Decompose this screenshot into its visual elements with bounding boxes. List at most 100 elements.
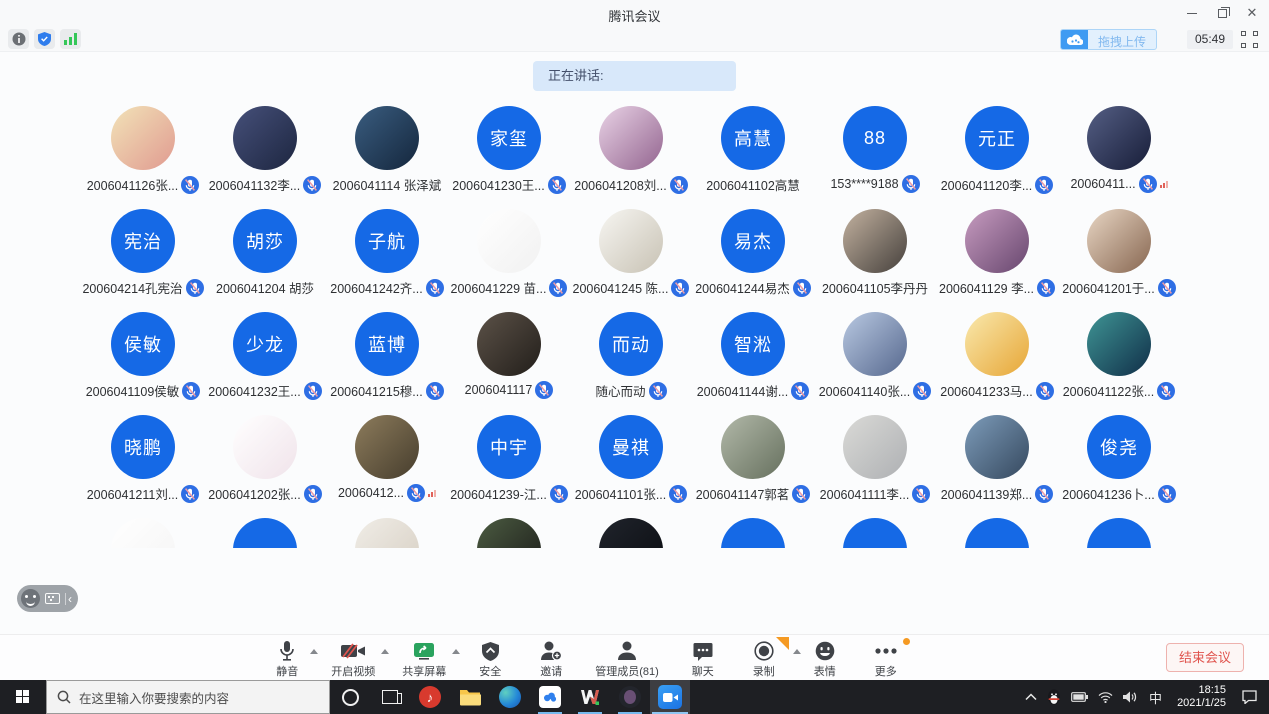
drag-upload-button[interactable]: 拖拽上传	[1060, 29, 1157, 50]
participant-name: 2006041122张...	[1063, 381, 1155, 400]
participant-tile[interactable]: 20060411...	[1058, 106, 1180, 209]
qq-tray-icon[interactable]	[1042, 680, 1066, 714]
participant-tile[interactable]: 元正 2006041120李...	[936, 106, 1058, 209]
participant-tile[interactable]: 俊尧 2006041236卜...	[1058, 415, 1180, 518]
collapse-chevron-icon[interactable]: ‹	[65, 593, 72, 605]
emoji-quick-icon[interactable]	[21, 589, 40, 608]
start-video-button[interactable]: 开启视频	[331, 639, 375, 679]
more-dots-icon	[875, 639, 897, 663]
participant-tile[interactable]: 2006041114 张泽斌	[326, 106, 448, 209]
action-center-icon[interactable]	[1234, 680, 1269, 714]
record-button[interactable]: 录制	[747, 639, 781, 679]
task-view-icon[interactable]	[370, 680, 410, 714]
restore-button[interactable]	[1207, 0, 1237, 26]
participant-tile[interactable]: 2006041117	[448, 312, 570, 415]
search-icon	[57, 690, 71, 704]
participant-tile[interactable]	[82, 518, 204, 548]
emoji-button[interactable]: 表情	[808, 639, 842, 679]
participant-tile[interactable]: 宪治 200604214孔宪治	[82, 209, 204, 312]
participant-tile[interactable]: 2006041147郭茗	[692, 415, 814, 518]
reaction-pill[interactable]: ‹	[17, 585, 78, 612]
participant-tile[interactable]: 2006041129 李...	[936, 209, 1058, 312]
speaking-banner: 正在讲话:	[533, 61, 736, 91]
participant-tile[interactable]: 2006041201于...	[1058, 209, 1180, 312]
chevron-up-icon[interactable]	[310, 649, 318, 654]
participant-avatar	[965, 209, 1029, 273]
participant-tile[interactable]: 晓鹏 2006041211刘...	[82, 415, 204, 518]
participant-name: 2006041139郑...	[941, 484, 1033, 503]
participant-avatar	[1087, 518, 1151, 548]
taskbar-search[interactable]: 在这里输入你要搜索的内容	[46, 680, 330, 714]
participant-tile[interactable]: 2006041202张...	[204, 415, 326, 518]
fullscreen-button[interactable]	[1241, 31, 1258, 48]
participant-tile[interactable]	[936, 518, 1058, 548]
close-button[interactable]: ✕	[1237, 0, 1267, 26]
chevron-up-icon[interactable]	[452, 649, 460, 654]
participant-tile[interactable]: 胡莎 2006041204 胡莎	[204, 209, 326, 312]
wps-icon[interactable]	[570, 680, 610, 714]
security-status-icon[interactable]	[34, 29, 55, 49]
participant-tile[interactable]: 易杰 2006041244易杰	[692, 209, 814, 312]
participant-tile[interactable]: 2006041229 苗...	[448, 209, 570, 312]
participant-tile[interactable]	[448, 518, 570, 548]
participant-tile[interactable]: 子航 2006041242齐...	[326, 209, 448, 312]
participant-tile[interactable]	[692, 518, 814, 548]
participant-tile[interactable]: 20060412...	[326, 415, 448, 518]
speaker-icon[interactable]	[1118, 680, 1142, 714]
participant-tile[interactable]: 少龙 2006041232王...	[204, 312, 326, 415]
participant-tile[interactable]: 2006041126张...	[82, 106, 204, 209]
meeting-info-icon[interactable]	[8, 29, 29, 49]
participant-tile[interactable]: 2006041139郑...	[936, 415, 1058, 518]
participant-tile[interactable]: 2006041132李...	[204, 106, 326, 209]
participant-tile[interactable]: 2006041208刘...	[570, 106, 692, 209]
participant-tile[interactable]	[1058, 518, 1180, 548]
edge-icon[interactable]	[490, 680, 530, 714]
participant-avatar: 而动	[599, 312, 663, 376]
participant-tile[interactable]: 而动 随心而动	[570, 312, 692, 415]
participant-tile[interactable]: 2006041122张...	[1058, 312, 1180, 415]
participant-tile[interactable]: 侯敏 2006041109侯敏	[82, 312, 204, 415]
more-button[interactable]: 更多	[869, 639, 903, 679]
participant-tile[interactable]: 88 153****9188	[814, 106, 936, 209]
keyboard-icon[interactable]	[45, 593, 60, 604]
participant-avatar	[965, 415, 1029, 479]
netease-music-icon[interactable]: ♪	[410, 680, 450, 714]
manage-members-button[interactable]: 管理成员(81)	[595, 639, 659, 679]
chevron-up-icon[interactable]	[381, 649, 389, 654]
battery-icon[interactable]	[1066, 680, 1093, 714]
chat-button[interactable]: 聊天	[686, 639, 720, 679]
tray-chevron-icon[interactable]	[1020, 680, 1042, 714]
end-meeting-button[interactable]: 结束会议	[1166, 643, 1244, 672]
participant-tile[interactable]: 2006041140张...	[814, 312, 936, 415]
participant-tile[interactable]: 曼祺 2006041101张...	[570, 415, 692, 518]
participant-tile[interactable]: 智淞 2006041144谢...	[692, 312, 814, 415]
tencent-meeting-icon[interactable]	[650, 680, 690, 714]
participant-tile[interactable]	[570, 518, 692, 548]
invite-button[interactable]: 邀请	[534, 639, 568, 679]
participant-tile[interactable]: 2006041105李丹丹	[814, 209, 936, 312]
start-button[interactable]	[0, 680, 46, 714]
mute-button[interactable]: 静音	[270, 639, 304, 679]
participant-tile[interactable]: 家玺 2006041230王...	[448, 106, 570, 209]
participant-tile[interactable]: 2006041233马...	[936, 312, 1058, 415]
participant-tile[interactable]	[204, 518, 326, 548]
participant-tile[interactable]: 高慧 2006041102高慧	[692, 106, 814, 209]
participant-tile[interactable]: 2006041245 陈...	[570, 209, 692, 312]
participant-tile[interactable]	[814, 518, 936, 548]
wifi-icon[interactable]	[1093, 680, 1118, 714]
security-button[interactable]: 安全	[473, 639, 507, 679]
file-explorer-icon[interactable]	[450, 680, 490, 714]
network-signal-icon[interactable]	[60, 29, 81, 49]
share-screen-button[interactable]: 共享屏幕	[402, 639, 446, 679]
chevron-up-icon[interactable]	[793, 649, 801, 654]
participant-tile[interactable]: 蓝博 2006041215穆...	[326, 312, 448, 415]
participant-tile[interactable]: 2006041111李...	[814, 415, 936, 518]
taskbar-clock[interactable]: 18:15 2021/1/25	[1169, 684, 1234, 710]
participant-tile[interactable]	[326, 518, 448, 548]
qq-app-icon[interactable]	[610, 680, 650, 714]
participant-tile[interactable]: 中宇 2006041239-江...	[448, 415, 570, 518]
cortana-icon[interactable]	[330, 680, 370, 714]
minimize-button[interactable]	[1177, 0, 1207, 26]
ime-indicator[interactable]: 中	[1142, 680, 1169, 714]
tencent-docs-icon[interactable]	[530, 680, 570, 714]
